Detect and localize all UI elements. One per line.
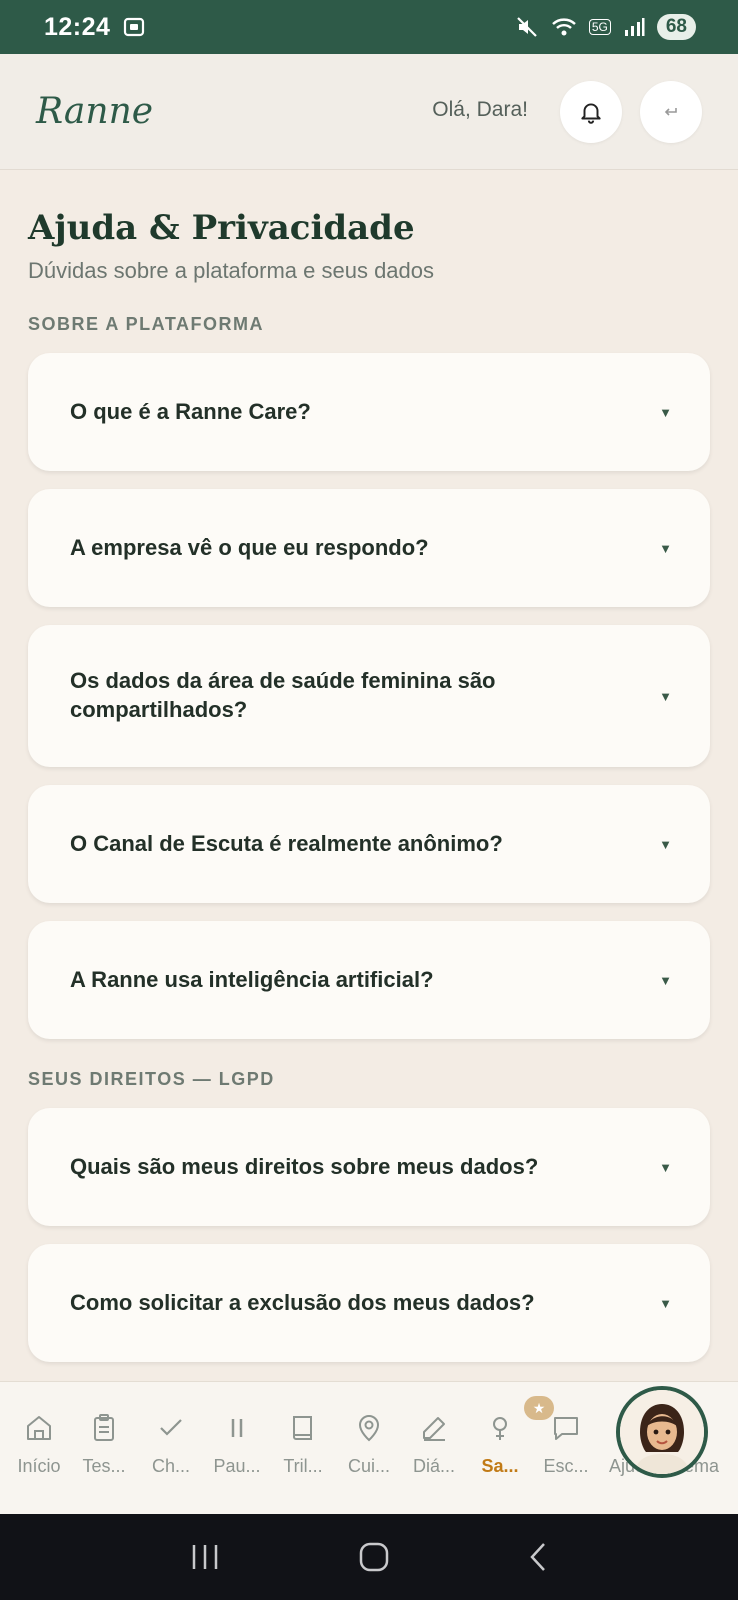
chevron-down-icon: ▼ <box>659 688 672 704</box>
faq-item[interactable]: Os dados da área de saúde feminina são c… <box>28 625 710 767</box>
status-icons: 5G 68 <box>515 14 696 40</box>
faq-question: O que é a Ranne Care? <box>70 398 311 424</box>
nav-item-inicio[interactable]: Início <box>6 1412 72 1477</box>
nav-item-pause[interactable]: Pau... <box>204 1412 270 1477</box>
notifications-button[interactable] <box>560 81 622 143</box>
chevron-down-icon: ▼ <box>659 836 672 852</box>
nav-item-trails[interactable]: Tril... <box>270 1412 336 1477</box>
network-badge: 5G <box>588 19 611 35</box>
greeting-text: Olá, Dara! <box>432 98 528 121</box>
nav-label: Tes... <box>82 1456 126 1476</box>
bell-icon <box>581 103 601 124</box>
nav-item-checkin[interactable]: Ch... <box>138 1412 204 1477</box>
faq-item[interactable]: Quais são meus direitos sobre meus dados… <box>28 1108 710 1226</box>
chevron-down-icon: ▼ <box>659 540 672 556</box>
faq-question: Quais são meus direitos sobre meus dados… <box>70 1153 539 1179</box>
chevron-down-icon: ▼ <box>659 1295 672 1311</box>
mute-icon <box>517 17 537 37</box>
female-icon <box>493 1417 507 1440</box>
assistant-avatar-button[interactable] <box>616 1386 708 1478</box>
clock: 12:24 <box>44 12 111 41</box>
nav-label: Início <box>17 1456 61 1476</box>
nav-label: Pau... <box>213 1456 261 1476</box>
check-icon <box>160 1419 182 1436</box>
logout-button[interactable] <box>640 81 702 143</box>
nav-item-health[interactable]: Sa... <box>467 1412 533 1477</box>
chat-icon <box>554 1417 578 1440</box>
wifi-icon <box>552 18 576 36</box>
status-time-group: 12:24 <box>44 13 146 42</box>
chevron-down-icon: ▼ <box>659 1159 672 1175</box>
nav-item-tests[interactable]: Tes... <box>71 1412 137 1477</box>
book-icon <box>293 1416 312 1440</box>
section-title-platform: SOBRE A PLATAFORMA <box>28 314 264 334</box>
nav-item-listen[interactable]: Esc... <box>533 1412 599 1477</box>
bottom-nav: Início Tes... Ch... Pau... Tril... Cui..… <box>0 1381 738 1514</box>
faq-item[interactable]: O que é a Ranne Care? ▼ <box>28 353 710 471</box>
logout-icon <box>664 108 677 116</box>
nav-label: Diá... <box>412 1456 455 1476</box>
section-title-lgpd: SEUS DIREITOS — LGPD <box>28 1069 275 1089</box>
page-title: Ajuda & Privacidade <box>28 208 415 248</box>
nav-label: Esc... <box>543 1456 589 1476</box>
nav-label: Ch... <box>151 1456 190 1476</box>
chevron-down-icon: ▼ <box>659 404 672 420</box>
system-nav-bar <box>0 1514 738 1600</box>
screenshot-icon <box>124 17 145 37</box>
faq-question: O Canal de Escuta é realmente anônimo? <box>70 830 503 856</box>
faq-question: A empresa vê o que eu respondo? <box>70 534 429 560</box>
nav-item-care[interactable]: Cui... <box>336 1412 402 1477</box>
home-icon <box>27 1416 51 1440</box>
app-logo: Ranne <box>36 91 154 132</box>
pen-icon <box>423 1417 445 1441</box>
pause-icon <box>231 1419 243 1437</box>
faq-item[interactable]: A empresa vê o que eu respondo? ▼ <box>28 489 710 607</box>
nav-label: Cui... <box>347 1456 390 1476</box>
status-bar: 12:24 5G 68 <box>0 0 738 54</box>
faq-item[interactable]: A Ranne usa inteligência artificial? ▼ <box>28 921 710 1039</box>
battery-indicator: 68 <box>656 14 696 40</box>
nav-item-diary[interactable]: Diá... <box>401 1412 467 1477</box>
app-header: Ranne Olá, Dara! <box>0 54 738 170</box>
main-content: Ajuda & Privacidade Dúvidas sobre a plat… <box>28 170 710 1380</box>
faq-item[interactable]: O Canal de Escuta é realmente anônimo? ▼ <box>28 785 710 903</box>
nav-label: Tril... <box>283 1456 323 1476</box>
signal-icon <box>624 18 645 36</box>
faq-question: Os dados da área de saúde feminina são c… <box>70 668 496 722</box>
faq-question: Como solicitar a exclusão dos meus dados… <box>70 1289 535 1315</box>
location-icon <box>358 1415 380 1442</box>
page-subtitle: Dúvidas sobre a plataforma e seus dados <box>28 258 435 283</box>
back-icon[interactable] <box>526 1541 550 1573</box>
nav-label: Sa... <box>481 1456 519 1476</box>
chevron-down-icon: ▼ <box>659 972 672 988</box>
clipboard-icon <box>94 1414 114 1441</box>
recents-icon[interactable] <box>188 1542 222 1572</box>
home-button-icon[interactable] <box>358 1541 390 1573</box>
faq-item[interactable]: Como solicitar a exclusão dos meus dados… <box>28 1244 710 1362</box>
avatar-illustration <box>620 1390 704 1474</box>
faq-question: A Ranne usa inteligência artificial? <box>70 966 434 992</box>
